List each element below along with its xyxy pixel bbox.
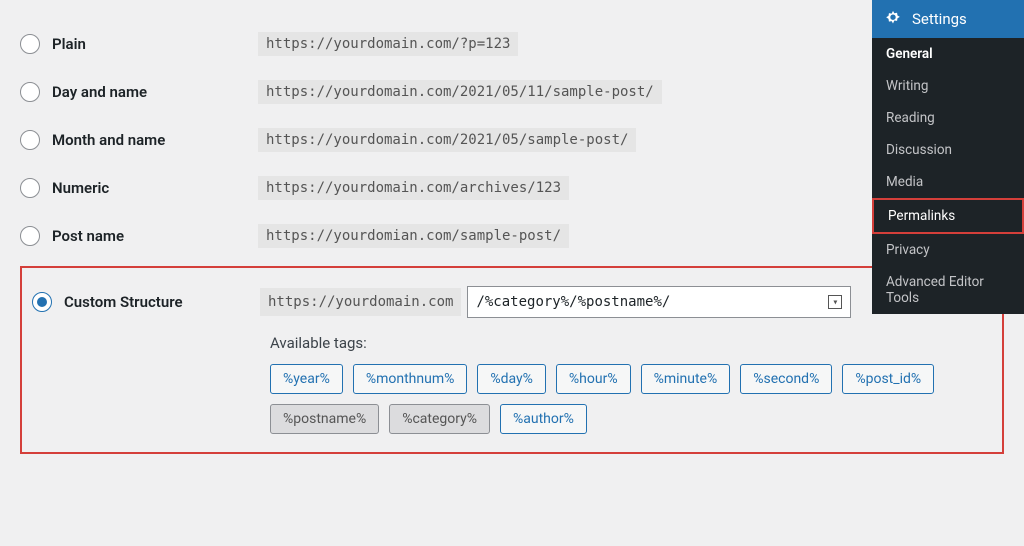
sidebar-item-media[interactable]: Media [872,166,1024,198]
settings-title: Settings [912,10,967,28]
label-dayname: Day and name [52,83,147,101]
radio-plain[interactable] [20,34,40,54]
url-monthname: https://yourdomain.com/2021/05/sample-po… [258,128,636,152]
label-monthname: Month and name [52,131,165,149]
sidebar-item-general[interactable]: General [872,38,1024,70]
custom-structure-block: Custom Structure https://yourdomain.com … [20,266,1004,454]
label-numeric: Numeric [52,179,109,197]
input-badge-icon: ▾ [828,295,842,309]
settings-icon [884,10,902,28]
available-tags-heading: Available tags: [270,334,984,352]
settings-sidebar: Settings General Writing Reading Discuss… [872,0,1024,314]
option-dayname[interactable]: Day and name https://yourdomain.com/2021… [20,68,1004,116]
radio-monthname[interactable] [20,130,40,150]
tag-post-id[interactable]: %post_id% [842,364,934,394]
option-postname[interactable]: Post name https://yourdomian.com/sample-… [20,212,1004,260]
sidebar-item-privacy[interactable]: Privacy [872,234,1024,266]
permalink-settings-panel: Plain https://yourdomain.com/?p=123 Day … [0,0,1024,454]
tag-author[interactable]: %author% [500,404,587,434]
available-tags: %year% %monthnum% %day% %hour% %minute% … [270,364,984,434]
radio-dayname[interactable] [20,82,40,102]
option-monthname[interactable]: Month and name https://yourdomain.com/20… [20,116,1004,164]
tag-minute[interactable]: %minute% [641,364,731,394]
label-custom: Custom Structure [64,293,183,311]
tag-postname[interactable]: %postname% [270,404,379,434]
label-plain: Plain [52,35,86,53]
sidebar-item-discussion[interactable]: Discussion [872,134,1024,166]
sidebar-item-writing[interactable]: Writing [872,70,1024,102]
url-plain: https://yourdomain.com/?p=123 [258,32,518,56]
option-plain[interactable]: Plain https://yourdomain.com/?p=123 [20,20,1004,68]
tag-category[interactable]: %category% [389,404,490,434]
label-postname: Post name [52,227,124,245]
sidebar-item-permalinks[interactable]: Permalinks [872,198,1024,234]
radio-postname[interactable] [20,226,40,246]
url-numeric: https://yourdomain.com/archives/123 [258,176,569,200]
url-postname: https://yourdomian.com/sample-post/ [258,224,569,248]
tag-day[interactable]: %day% [477,364,546,394]
tag-hour[interactable]: %hour% [556,364,631,394]
custom-prefix: https://yourdomain.com [260,288,461,316]
option-numeric[interactable]: Numeric https://yourdomain.com/archives/… [20,164,1004,212]
radio-numeric[interactable] [20,178,40,198]
custom-structure-value: /%category%/%postname%/ [476,294,670,310]
tag-second[interactable]: %second% [740,364,832,394]
sidebar-item-reading[interactable]: Reading [872,102,1024,134]
settings-header[interactable]: Settings [872,0,1024,38]
tag-monthnum[interactable]: %monthnum% [353,364,468,394]
tag-year[interactable]: %year% [270,364,343,394]
url-dayname: https://yourdomain.com/2021/05/11/sample… [258,80,662,104]
custom-structure-input[interactable]: /%category%/%postname%/ ▾ [467,286,851,318]
radio-custom[interactable] [32,292,52,312]
sidebar-item-aet[interactable]: Advanced Editor Tools [872,266,1024,314]
